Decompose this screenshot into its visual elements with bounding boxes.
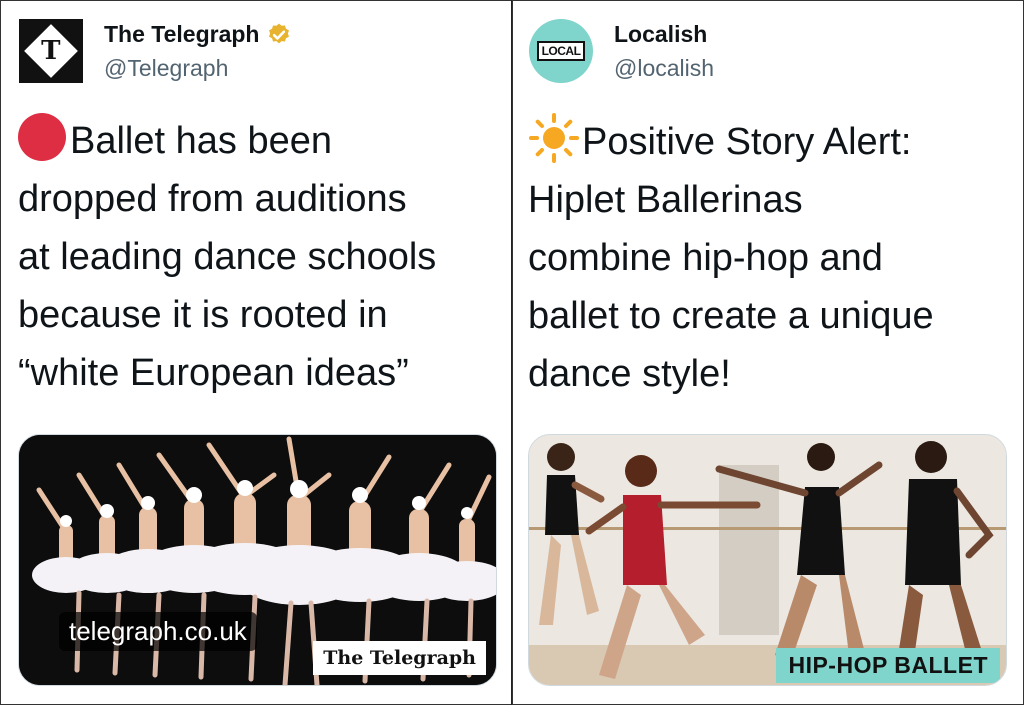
tweet-media-card[interactable]: HIP-HOP BALLET <box>528 434 1007 686</box>
verified-badge-icon <box>268 23 289 43</box>
telegraph-tweet: T The Telegraph @Telegraph Ballet has be… <box>0 0 512 705</box>
tweet-text-block: Positive Story Alert: Hiplet Ballerinas … <box>528 112 1023 403</box>
display-name[interactable]: Localish <box>614 21 707 48</box>
localish-tweet: LOCAL Localish @localish Positive Story … <box>512 0 1024 705</box>
red-circle-icon <box>18 113 66 161</box>
display-name[interactable]: The Telegraph <box>104 21 292 48</box>
telegraph-avatar[interactable]: T <box>19 19 83 83</box>
localish-avatar[interactable]: LOCAL <box>529 19 593 83</box>
localish-logo-icon: LOCAL <box>536 41 586 61</box>
tweet-media-card[interactable]: telegraph.co.uk The Telegraph <box>18 434 497 686</box>
telegraph-watermark: The Telegraph <box>313 641 486 675</box>
tweet-text-block: Ballet has been dropped from auditions a… <box>18 112 508 402</box>
user-handle[interactable]: @Telegraph <box>104 55 228 82</box>
link-domain-chip[interactable]: telegraph.co.uk <box>59 612 257 651</box>
tweet-text: Positive Story Alert: Hiplet Ballerinas … <box>528 121 934 395</box>
video-overlay-label: HIP-HOP BALLET <box>776 648 1000 683</box>
tweet-text: Ballet has been dropped from auditions a… <box>18 120 437 394</box>
telegraph-logo-icon: T <box>24 24 78 78</box>
sun-icon <box>529 113 579 163</box>
user-handle[interactable]: @localish <box>614 55 714 82</box>
